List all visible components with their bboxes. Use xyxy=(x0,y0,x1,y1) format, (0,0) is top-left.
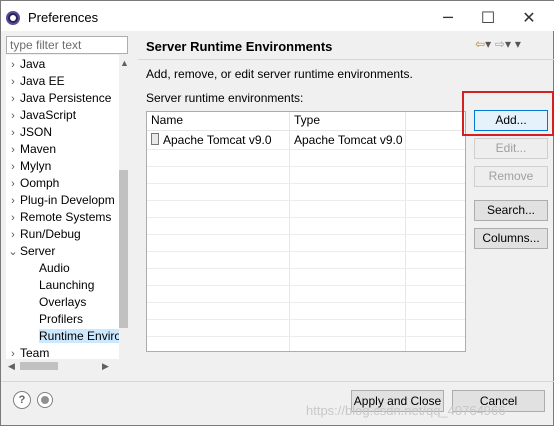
window-title: Preferences xyxy=(28,10,99,25)
chevron-right-icon[interactable]: › xyxy=(6,91,20,107)
remove-button[interactable]: Remove xyxy=(474,166,548,187)
chevron-right-icon[interactable]: › xyxy=(6,176,20,192)
chevron-right-icon[interactable]: › xyxy=(6,125,20,141)
tree-item-audio[interactable]: Audio xyxy=(6,260,128,277)
scrollbar-thumb[interactable] xyxy=(20,362,58,370)
chevron-right-icon[interactable]: › xyxy=(6,108,20,124)
column-header-name[interactable]: Name xyxy=(147,112,183,129)
table-cell-type: Apache Tomcat v9.0 xyxy=(294,133,403,147)
tree-item-mylyn[interactable]: › Mylyn xyxy=(6,158,114,175)
page-title: Server Runtime Environments xyxy=(146,39,333,54)
tree-item-launching[interactable]: Launching xyxy=(6,277,128,294)
tree-vertical-scrollbar[interactable]: ▲ ▼ xyxy=(119,55,128,373)
column-separator xyxy=(405,112,406,351)
filter-input[interactable]: type filter text xyxy=(6,36,128,54)
page-description: Add, remove, or edit server runtime envi… xyxy=(146,67,413,81)
header-divider xyxy=(147,130,465,131)
tree-item-overlays[interactable]: Overlays xyxy=(6,294,128,311)
scroll-right-icon[interactable]: ▶ xyxy=(102,361,109,372)
tree-item-java[interactable]: › Java xyxy=(6,56,114,73)
row-divider xyxy=(147,217,465,218)
tree-item-maven[interactable]: › Maven xyxy=(6,141,114,158)
tree-item-javascript[interactable]: › JavaScript xyxy=(6,107,114,124)
search-button[interactable]: Search... xyxy=(474,200,548,221)
maximize-icon[interactable]: ☐ xyxy=(468,5,508,31)
row-divider xyxy=(147,268,465,269)
close-icon[interactable]: ✕ xyxy=(509,5,549,31)
record-icon[interactable] xyxy=(37,392,53,408)
footer-separator xyxy=(1,381,554,382)
tree-item-java-persistence[interactable]: › Java Persistence xyxy=(6,90,114,107)
row-divider xyxy=(147,336,465,337)
tree-item-profilers[interactable]: Profilers xyxy=(6,311,128,328)
row-divider xyxy=(147,319,465,320)
tree-item-remote-systems[interactable]: › Remote Systems xyxy=(6,209,114,226)
runtime-table[interactable]: Name Type Apache Tomcat v9.0 Apache Tomc… xyxy=(146,111,466,352)
add-button[interactable]: Add... xyxy=(474,110,548,131)
row-divider xyxy=(147,251,465,252)
tree-item-json[interactable]: › JSON xyxy=(6,124,114,141)
navigation-icons: ⇦▾ ⇨▾ ▾ xyxy=(475,37,521,51)
minimize-icon[interactable]: ─ xyxy=(428,5,468,31)
scroll-left-icon[interactable]: ◀ xyxy=(8,361,15,372)
columns-button[interactable]: Columns... xyxy=(474,228,548,249)
dropdown-icon[interactable]: ▾ xyxy=(505,37,511,51)
row-divider xyxy=(147,234,465,235)
sidebar: type filter text › Java › Java EE › Java Pe… xyxy=(1,31,141,381)
chevron-right-icon[interactable]: › xyxy=(6,74,20,90)
tree-item-oomph[interactable]: › Oomph xyxy=(6,175,114,192)
tree-item-runtime-environments[interactable]: Runtime Environments xyxy=(6,328,128,345)
chevron-right-icon[interactable]: › xyxy=(6,210,20,226)
chevron-right-icon[interactable]: › xyxy=(6,159,20,175)
chevron-right-icon[interactable]: › xyxy=(6,57,20,73)
table-row[interactable]: Apache Tomcat v9.0 xyxy=(147,132,272,149)
back-icon[interactable]: ⇦ xyxy=(475,37,485,51)
preference-tree: › Java › Java EE › Java Persistence › JavaSc… xyxy=(6,55,128,373)
row-divider xyxy=(147,183,465,184)
row-divider xyxy=(147,200,465,201)
tree-item-plugin-development[interactable]: ›Plug-in Development xyxy=(6,192,114,209)
header-separator xyxy=(138,59,554,60)
jar-icon xyxy=(151,133,159,145)
dropdown-icon[interactable]: ▾ xyxy=(485,37,491,51)
tree-horizontal-scrollbar[interactable]: ◀ ▶ xyxy=(6,359,128,373)
chevron-right-icon[interactable]: › xyxy=(6,227,20,243)
edit-button[interactable]: Edit... xyxy=(474,138,548,159)
row-divider xyxy=(147,302,465,303)
help-icon[interactable]: ? xyxy=(13,391,31,409)
tree-item-run-debug[interactable]: › Run/Debug xyxy=(6,226,114,243)
chevron-right-icon[interactable]: › xyxy=(6,142,20,158)
forward-icon[interactable]: ⇨ xyxy=(495,37,505,51)
menu-icon[interactable]: ▾ xyxy=(515,37,521,51)
chevron-right-icon[interactable]: › xyxy=(6,193,20,209)
tree-item-server[interactable]: ⌄ Server xyxy=(6,243,114,260)
row-divider xyxy=(147,285,465,286)
preferences-window: Preferences ─ ☐ ✕ type filter text › Java… xyxy=(0,0,554,426)
row-divider xyxy=(147,166,465,167)
runtime-list-label: Server runtime environments: xyxy=(146,91,304,105)
eclipse-icon xyxy=(6,11,20,25)
chevron-down-icon[interactable]: ⌄ xyxy=(6,244,20,260)
watermark-text: https://blog.csdn.net/qq_40764966 xyxy=(306,403,506,418)
row-divider xyxy=(147,149,465,150)
scroll-up-icon[interactable]: ▲ xyxy=(120,58,128,68)
title-bar: Preferences ─ ☐ ✕ xyxy=(1,5,554,31)
column-header-type[interactable]: Type xyxy=(290,112,320,129)
tree-item-java-ee[interactable]: › Java EE xyxy=(6,73,114,90)
scrollbar-thumb[interactable] xyxy=(119,170,128,328)
